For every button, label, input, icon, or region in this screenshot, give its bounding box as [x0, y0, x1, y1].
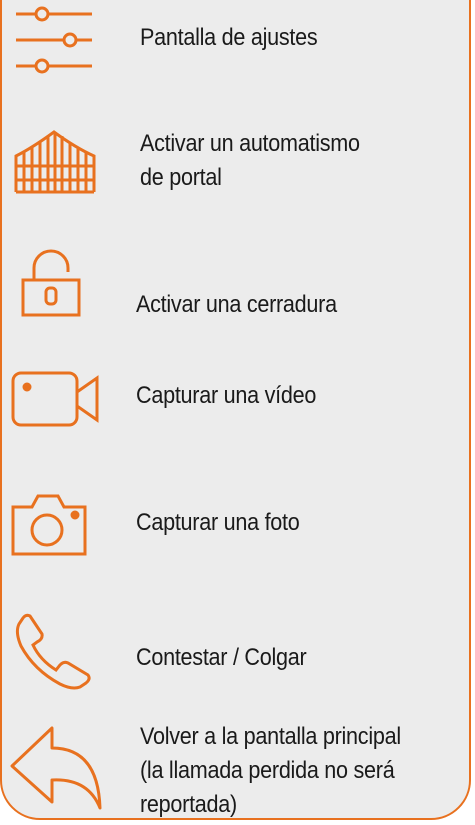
video-camera-icon: [10, 370, 102, 428]
back-label-line3: reportada): [140, 791, 237, 818]
phone-handset-icon: [12, 612, 96, 690]
settings-label: Pantalla de ajustes: [140, 24, 318, 51]
photo-label: Capturar una foto: [136, 509, 300, 536]
back-arrow-icon: [8, 724, 104, 816]
gate-label-line1: Activar un automatismo: [140, 130, 360, 157]
settings-sliders-icon: [12, 4, 96, 76]
back-label-line2: (la llamada perdida no será: [140, 757, 395, 784]
answer-label: Contestar / Colgar: [136, 644, 307, 671]
padlock-icon: [20, 249, 82, 318]
padlock-label: Activar una cerradura: [136, 291, 337, 318]
back-label-line1: Volver a la pantalla principal: [140, 723, 401, 750]
video-label: Capturar una vídeo: [136, 382, 317, 409]
gate-icon: [12, 126, 98, 196]
photo-camera-icon: [10, 493, 88, 557]
gate-label-line2: de portal: [140, 164, 222, 191]
